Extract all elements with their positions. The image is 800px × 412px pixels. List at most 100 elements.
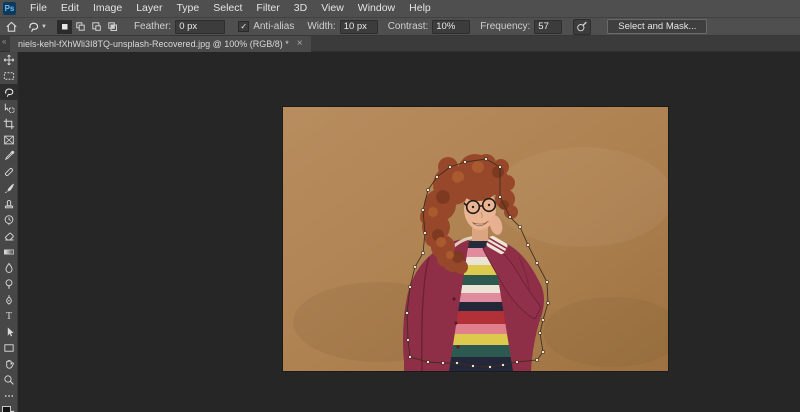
selection-anchor <box>414 266 417 269</box>
color-swatches <box>2 406 15 412</box>
selection-anchor <box>464 161 467 164</box>
object-selection-tool[interactable] <box>0 100 18 116</box>
chevron-down-icon: ▼ <box>41 24 47 30</box>
magnetic-lasso-tool[interactable] <box>0 84 18 100</box>
brush-tool[interactable] <box>0 180 18 196</box>
options-bar: ▼ Feather: ✓ Anti-alias Width: Contrast:… <box>0 18 800 36</box>
contrast-label: Contrast: <box>388 21 429 32</box>
anti-alias-checkbox[interactable]: ✓ <box>238 21 249 32</box>
selection-anchor <box>485 158 488 161</box>
frequency-label: Frequency: <box>480 21 530 32</box>
selection-anchor <box>536 262 539 265</box>
width-input[interactable] <box>340 20 378 34</box>
frame-tool[interactable] <box>0 132 18 148</box>
selection-anchor <box>502 364 505 367</box>
width-label: Width: <box>307 21 335 32</box>
rectangular-marquee-tool[interactable] <box>0 68 18 84</box>
selection-mode-group <box>57 20 120 34</box>
menu-item-view[interactable]: View <box>314 0 351 17</box>
selection-anchor <box>516 361 519 364</box>
photoshop-logo-icon[interactable]: Ps <box>3 2 16 15</box>
tablet-pressure-button[interactable] <box>573 19 591 35</box>
add-to-selection-button[interactable] <box>73 20 88 34</box>
menu-item-3d[interactable]: 3D <box>287 0 314 17</box>
selection-anchor <box>422 209 425 212</box>
panel-collapse-icon[interactable]: « <box>2 37 6 46</box>
selection-anchor <box>539 332 542 335</box>
menu-items: FileEditImageLayerTypeSelectFilter3DView… <box>23 0 438 17</box>
menu-item-window[interactable]: Window <box>351 0 402 17</box>
selection-anchor <box>472 365 475 368</box>
clone-stamp-tool[interactable] <box>0 196 18 212</box>
selection-anchor <box>499 166 502 169</box>
selection-anchor <box>436 176 439 179</box>
select-and-mask-button[interactable]: Select and Mask... <box>607 19 707 34</box>
spot-healing-brush-tool[interactable] <box>0 164 18 180</box>
canvas-area[interactable] <box>18 52 800 412</box>
selection-anchor <box>489 366 492 369</box>
selection-anchor <box>424 232 427 235</box>
document-title: niels-kehl-fXhWli3I8TQ-unsplash-Recovere… <box>18 39 289 49</box>
selection-anchor <box>427 189 430 192</box>
selection-anchor <box>409 356 412 359</box>
selection-anchor <box>449 166 452 169</box>
selection-anchor <box>546 281 549 284</box>
rectangle-tool[interactable] <box>0 340 18 356</box>
selection-anchor <box>499 196 502 199</box>
selection-anchor <box>406 312 409 315</box>
zoom-tool[interactable] <box>0 372 18 388</box>
menu-item-type[interactable]: Type <box>169 0 206 17</box>
pen-tool[interactable] <box>0 292 18 308</box>
frequency-input[interactable] <box>534 20 562 34</box>
feather-label: Feather: <box>134 21 171 32</box>
menu-item-file[interactable]: File <box>23 0 54 17</box>
selection-anchor <box>409 286 412 289</box>
menu-item-select[interactable]: Select <box>206 0 249 17</box>
eyedropper-tool[interactable] <box>0 148 18 164</box>
selection-anchor <box>542 319 545 322</box>
document-tab[interactable]: niels-kehl-fXhWli3I8TQ-unsplash-Recovere… <box>10 36 311 52</box>
selection-anchor <box>542 351 545 354</box>
home-icon[interactable] <box>5 20 18 33</box>
menu-item-filter[interactable]: Filter <box>249 0 286 17</box>
photoshop-window: Ps FileEditImageLayerTypeSelectFilter3DV… <box>0 0 800 412</box>
hand-tool[interactable] <box>0 356 18 372</box>
intersect-selection-button[interactable] <box>105 20 120 34</box>
menu-item-layer[interactable]: Layer <box>129 0 169 17</box>
svg-text:T: T <box>5 311 12 322</box>
selection-anchor <box>547 302 550 305</box>
selection-anchor <box>407 339 410 342</box>
subtract-from-selection-button[interactable] <box>89 20 104 34</box>
selection-anchor <box>536 359 539 362</box>
new-selection-button[interactable] <box>57 20 72 34</box>
tab-bar: « niels-kehl-fXhWli3I8TQ-unsplash-Recove… <box>0 36 800 52</box>
selection-anchor <box>427 361 430 364</box>
move-tool[interactable] <box>0 52 18 68</box>
magnetic-lasso-tool-preset-icon[interactable]: ▼ <box>27 20 47 33</box>
type-tool[interactable]: T <box>0 308 18 324</box>
contrast-input[interactable] <box>432 20 470 34</box>
tools-panel: T <box>0 52 18 412</box>
menu-item-image[interactable]: Image <box>86 0 129 17</box>
feather-input[interactable] <box>175 20 225 34</box>
selection-anchor <box>527 244 530 247</box>
crop-tool[interactable] <box>0 116 18 132</box>
photo-document[interactable] <box>283 107 668 371</box>
menu-item-edit[interactable]: Edit <box>54 0 86 17</box>
menu-bar: Ps FileEditImageLayerTypeSelectFilter3DV… <box>0 0 800 18</box>
history-brush-tool[interactable] <box>0 212 18 228</box>
blur-tool[interactable] <box>0 260 18 276</box>
menu-item-help[interactable]: Help <box>402 0 438 17</box>
selection-anchor <box>422 252 425 255</box>
foreground-color-swatch[interactable] <box>2 406 11 412</box>
path-selection-tool[interactable] <box>0 324 18 340</box>
selection-anchor <box>442 362 445 365</box>
selection-anchor <box>456 362 459 365</box>
tab-close-icon[interactable]: × <box>297 39 303 49</box>
anti-alias-label: Anti-alias <box>253 21 294 32</box>
dodge-tool[interactable] <box>0 276 18 292</box>
edit-toolbar[interactable] <box>0 388 18 404</box>
gradient-tool[interactable] <box>0 244 18 260</box>
eraser-tool[interactable] <box>0 228 18 244</box>
selection-anchor <box>519 226 522 229</box>
